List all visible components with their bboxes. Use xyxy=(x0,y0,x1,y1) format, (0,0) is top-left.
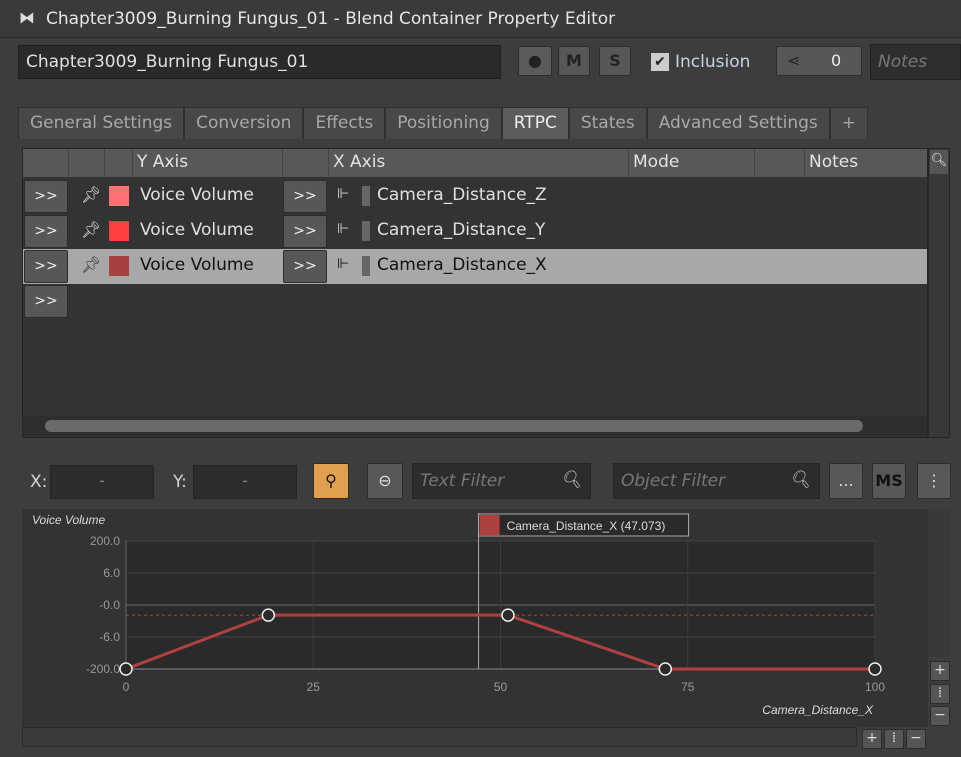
cursor-tooltip-swatch xyxy=(479,515,500,535)
zoom-in-x-button[interactable]: + xyxy=(862,729,882,749)
search-icon: 🔍︎ xyxy=(789,470,811,490)
y-axis-title: Voice Volume xyxy=(32,513,105,527)
tab-advanced-settings[interactable]: Advanced Settings xyxy=(646,107,830,139)
graph-vertical-scrollbar[interactable] xyxy=(928,509,950,657)
object-name-field[interactable]: Chapter3009_Burning Fungus_01 xyxy=(18,45,501,79)
table-row[interactable]: >> 📌︎ Voice Volume >> ⊩ Camera_Distance_… xyxy=(23,214,927,249)
y-tick-label: -0.0 xyxy=(99,598,120,612)
cursor-tooltip-label: Camera_Distance_X (47.073) xyxy=(507,519,666,533)
zoom-in-y-button[interactable]: + xyxy=(930,661,950,681)
ms-icon[interactable]: MS xyxy=(872,463,906,499)
expand-x-button[interactable]: >> xyxy=(283,180,327,213)
y-tick-label: -6.0 xyxy=(99,630,120,644)
curve-point xyxy=(261,608,276,622)
reference-count: 0 xyxy=(831,51,842,70)
unpinned-icon[interactable]: 📌︎ xyxy=(81,255,101,274)
options-icon[interactable]: ⋮ xyxy=(917,463,951,499)
link-toggle-icon[interactable]: ⚲ xyxy=(313,463,349,499)
expand-x-button[interactable]: >> xyxy=(283,250,327,283)
palette-icon[interactable]: ● xyxy=(518,46,552,76)
window-title: Chapter3009_Burning Fungus_01 - Blend Co… xyxy=(46,8,616,29)
rtpc-graph[interactable]: 200.0 6.0 -0.0 -6.0 -200.0 0 25 50 75 100 Voice Vo… xyxy=(22,509,928,727)
game-parameter-icon: ⊩ xyxy=(337,256,350,272)
curve-color-swatch[interactable] xyxy=(109,256,129,276)
text-filter-input[interactable]: Text Filter 🔍︎ xyxy=(412,463,591,499)
x-tick-label: 100 xyxy=(865,680,885,694)
curve-point xyxy=(868,662,882,676)
mute-button[interactable]: M xyxy=(558,46,590,76)
x-tick-label: 25 xyxy=(307,680,321,694)
column-mode[interactable]: Mode xyxy=(629,149,755,177)
game-parameter-icon: ⊩ xyxy=(337,186,350,202)
tab-rtpc[interactable]: RTPC xyxy=(501,107,569,139)
chain-link-icon[interactable]: ⊖ xyxy=(367,463,403,499)
rtpc-table: Y Axis X Axis Mode Notes >> 📌︎ Voice Vol… xyxy=(22,148,928,438)
x-axis-cell: Camera_Distance_Y xyxy=(377,220,546,240)
expand-x-button[interactable]: >> xyxy=(283,215,327,248)
x-tick-label: 75 xyxy=(681,680,695,694)
column-notes[interactable]: Notes xyxy=(805,149,927,177)
x-axis-title: Camera_Distance_X xyxy=(762,703,874,717)
y-tick-label: 6.0 xyxy=(103,566,120,580)
y-axis-cell: Voice Volume xyxy=(140,185,254,205)
fit-x-button[interactable]: ⁞ xyxy=(884,729,904,749)
curve-color-swatch[interactable] xyxy=(109,221,129,241)
vertical-scrollbar[interactable]: 🔍︎ xyxy=(928,148,950,438)
y-label: Y: xyxy=(173,472,187,492)
fit-y-button[interactable]: ⁞ xyxy=(930,684,950,704)
y-value-field[interactable]: - xyxy=(193,465,297,499)
zoom-out-x-button[interactable]: − xyxy=(906,729,926,749)
x-axis-cell: Camera_Distance_X xyxy=(377,255,547,275)
curve-point xyxy=(658,662,673,676)
x-value-field[interactable]: - xyxy=(50,465,154,499)
inclusion-checkbox[interactable]: ✔ xyxy=(651,53,669,71)
expand-y-button[interactable]: >> xyxy=(24,250,68,283)
references-button[interactable]: ⋖ 0 xyxy=(776,46,862,76)
x-label: X: xyxy=(30,472,48,492)
y-axis-cell: Voice Volume xyxy=(140,220,254,240)
horizontal-scrollbar[interactable] xyxy=(23,416,927,436)
search-icon[interactable]: 🔍︎ xyxy=(930,150,948,174)
object-filter-input[interactable]: Object Filter 🔍︎ xyxy=(613,463,820,499)
more-button[interactable]: ... xyxy=(829,463,863,499)
x-tick-label: 0 xyxy=(123,680,130,694)
add-rtpc-button[interactable]: >> xyxy=(24,285,68,318)
tab-positioning[interactable]: Positioning xyxy=(385,107,502,139)
tab-conversion[interactable]: Conversion xyxy=(184,107,304,139)
expand-y-button[interactable]: >> xyxy=(24,215,68,248)
tab-effects[interactable]: Effects xyxy=(303,107,386,139)
expand-y-button[interactable]: >> xyxy=(24,180,68,213)
search-icon: 🔍︎ xyxy=(560,470,582,490)
solo-button[interactable]: S xyxy=(599,46,631,76)
title-bar: ⧓ Chapter3009_Burning Fungus_01 - Blend … xyxy=(0,0,961,38)
table-row-selected[interactable]: >> 📌︎ Voice Volume >> ⊩ Camera_Distance_… xyxy=(23,249,927,284)
tab-add[interactable]: + xyxy=(829,107,869,139)
pin-icon[interactable]: 📌︎ xyxy=(81,185,101,204)
game-parameter-icon: ⊩ xyxy=(337,221,350,237)
pin-icon[interactable]: 📌︎ xyxy=(81,220,101,239)
scrollbar-thumb[interactable] xyxy=(45,420,863,432)
y-tick-label: 200.0 xyxy=(90,534,120,548)
curve-point xyxy=(119,662,133,676)
notes-field[interactable]: Notes xyxy=(870,44,961,80)
rtpc-curve-chart[interactable]: 200.0 6.0 -0.0 -6.0 -200.00 25 50 75 100 Voice Vo… xyxy=(22,509,928,727)
zoom-out-y-button[interactable]: − xyxy=(930,706,950,726)
share-icon: ⋖ xyxy=(787,51,801,70)
blend-container-icon: ⧓ xyxy=(19,7,35,27)
x-axis-cell: Camera_Distance_Z xyxy=(377,185,547,205)
x-tick-label: 50 xyxy=(494,680,508,694)
tab-general-settings[interactable]: General Settings xyxy=(18,107,185,139)
graph-horizontal-scrollbar[interactable] xyxy=(22,727,857,747)
curve-color-swatch[interactable] xyxy=(109,186,129,206)
y-axis-cell: Voice Volume xyxy=(140,255,254,275)
table-header: Y Axis X Axis Mode Notes xyxy=(23,149,927,177)
column-x-axis[interactable]: X Axis xyxy=(329,149,629,177)
inclusion-label: Inclusion xyxy=(675,52,751,72)
tab-states[interactable]: States xyxy=(568,107,647,139)
column-y-axis[interactable]: Y Axis xyxy=(133,149,283,177)
curve-point xyxy=(501,608,515,622)
tab-bar: General Settings Conversion Effects Posi… xyxy=(18,107,869,139)
y-tick-label: -200.0 xyxy=(86,662,120,676)
table-row[interactable]: >> 📌︎ Voice Volume >> ⊩ Camera_Distance_… xyxy=(23,179,927,214)
